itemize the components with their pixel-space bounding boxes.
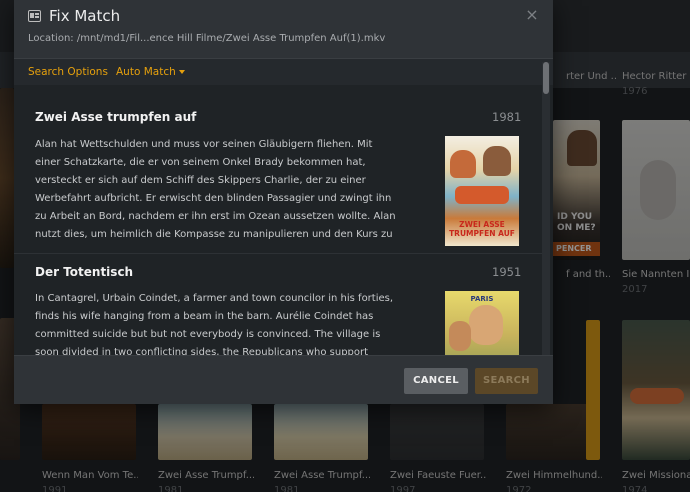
result-poster: PARIS bbox=[445, 291, 519, 355]
tab-auto-match-label: Auto Match bbox=[116, 66, 176, 78]
match-results-list[interactable]: Zwei Asse trumpfen auf 1981 Alan hat Wet… bbox=[14, 85, 553, 355]
search-button[interactable]: SEARCH bbox=[475, 368, 538, 394]
tab-auto-match[interactable]: Auto Match bbox=[116, 66, 185, 78]
results-scrollbar-track[interactable] bbox=[542, 62, 550, 358]
result-description: In Cantagrel, Urbain Coindet, a farmer a… bbox=[35, 293, 394, 355]
modal-header: Fix Match × Location: /mnt/md1/Fil...enc… bbox=[14, 0, 553, 58]
chevron-down-icon bbox=[178, 70, 185, 74]
result-poster: ZWEI ASSE TRUMPFEN AUF bbox=[445, 136, 519, 246]
result-poster-text: ZWEI ASSE TRUMPFEN AUF bbox=[449, 220, 515, 238]
result-title: Der Totentisch bbox=[35, 265, 134, 279]
result-poster-text: PARIS bbox=[470, 295, 494, 303]
modal-tabs: Search Options Auto Match bbox=[14, 58, 553, 85]
match-result[interactable]: Der Totentisch 1951 In Cantagrel, Urbain… bbox=[14, 254, 542, 355]
result-description: Alan hat Wettschulden und muss vor seine… bbox=[35, 139, 396, 240]
match-result[interactable]: Zwei Asse trumpfen auf 1981 Alan hat Wet… bbox=[14, 85, 542, 253]
fix-match-modal: Fix Match × Location: /mnt/md1/Fil...enc… bbox=[14, 0, 553, 404]
results-scrollbar-thumb[interactable] bbox=[543, 62, 549, 94]
file-location: Location: /mnt/md1/Fil...ence Hill Filme… bbox=[28, 33, 386, 44]
close-icon[interactable]: × bbox=[523, 6, 541, 24]
tab-search-options[interactable]: Search Options bbox=[28, 66, 108, 78]
modal-title: Fix Match bbox=[49, 7, 121, 25]
cancel-button[interactable]: CANCEL bbox=[404, 368, 468, 394]
result-year: 1981 bbox=[492, 110, 522, 124]
modal-footer: CANCEL SEARCH bbox=[14, 355, 553, 404]
match-icon bbox=[28, 10, 41, 22]
result-title: Zwei Asse trumpfen auf bbox=[35, 110, 197, 124]
result-year: 1951 bbox=[492, 265, 522, 279]
